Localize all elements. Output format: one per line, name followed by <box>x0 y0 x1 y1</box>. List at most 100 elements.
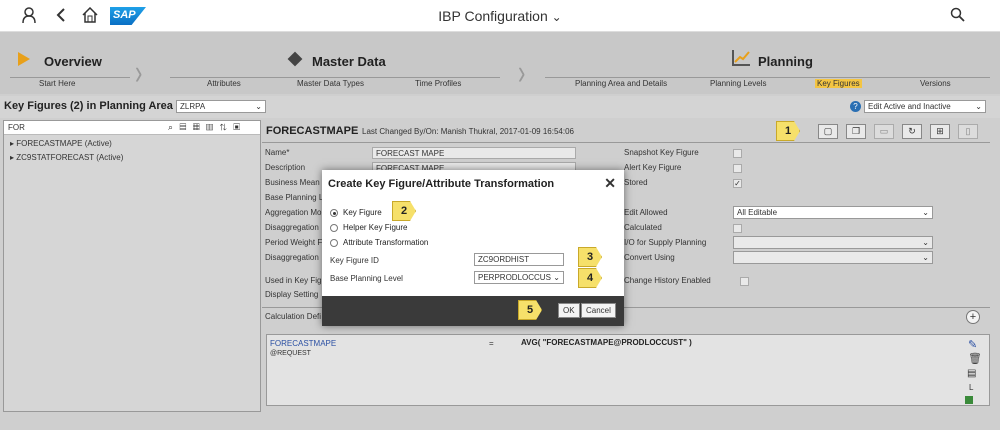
step-start-here[interactable]: Start Here <box>39 79 75 88</box>
dialog-title: Create Key Figure/Attribute Transformati… <box>328 178 555 190</box>
refresh-icon[interactable]: ↻ <box>902 124 922 139</box>
overview-icon <box>18 52 30 66</box>
delete-icon[interactable]: ▯ <box>958 124 978 139</box>
bpl-value: PERPRODLOCCUS <box>478 273 551 282</box>
planning-area-select[interactable]: ZLRPA ⌄ <box>176 100 266 113</box>
edit-filter-select[interactable]: Edit Active and Inactive ⌄ <box>864 100 986 113</box>
field-label: Alert Key Figure <box>624 163 682 172</box>
stored-checkbox[interactable]: ✓ <box>733 179 742 188</box>
step-versions[interactable]: Versions <box>920 79 951 88</box>
status-icon <box>965 396 973 404</box>
table-icon[interactable]: ▤ <box>967 368 976 379</box>
edit-icon[interactable]: ✎ <box>968 338 977 351</box>
step-planning[interactable]: Planning <box>758 54 813 69</box>
last-changed: Last Changed By/On: Manish Thukral, 2017… <box>362 127 574 136</box>
field-label: Edit Allowed <box>624 208 668 217</box>
chevron-down-icon: ⌄ <box>922 208 929 217</box>
planning-area-value: ZLRPA <box>180 102 206 111</box>
edit-filter-value: Edit Active and Inactive <box>868 102 951 111</box>
step-master-data-types[interactable]: Master Data Types <box>297 79 364 88</box>
search-value: FOR <box>8 123 25 132</box>
alert-checkbox[interactable] <box>733 164 742 173</box>
field-label: Change History Enabled <box>624 276 711 285</box>
io-supply-select[interactable]: ⌄ <box>733 236 933 249</box>
step-key-figures[interactable]: Key Figures <box>815 79 862 88</box>
field-label: Disaggregation <box>265 253 319 262</box>
chevron-right-icon: › <box>518 52 526 93</box>
field-label: I/O for Supply Planning <box>624 238 707 247</box>
chevron-down-icon: ⌄ <box>553 273 560 282</box>
edit-allowed-select[interactable]: All Editable ⌄ <box>733 206 933 219</box>
save-icon[interactable]: ▭ <box>874 124 894 139</box>
field-label: Base Planning L <box>265 193 324 202</box>
kf-id-label: Key Figure ID <box>330 256 379 265</box>
cancel-button[interactable]: Cancel <box>581 303 616 318</box>
field-label: Calculated <box>624 223 662 232</box>
snapshot-checkbox[interactable] <box>733 149 742 158</box>
name-field[interactable]: FORECAST MAPE <box>372 147 576 159</box>
add-icon[interactable]: + <box>966 310 980 324</box>
bpl-label: Base Planning Level <box>330 274 403 283</box>
compare-icon[interactable]: ⊞ <box>930 124 950 139</box>
planning-icon <box>732 50 750 66</box>
dialog-footer: OK Cancel <box>322 296 624 326</box>
radio-key-figure[interactable]: Key Figure <box>330 208 382 217</box>
chevron-down-icon: ⌄ <box>922 253 929 262</box>
list-item[interactable]: ▸ ZC9STATFORECAST (Active) <box>10 151 254 165</box>
radio-helper-key-figure[interactable]: Helper Key Figure <box>330 223 407 232</box>
calculated-checkbox[interactable] <box>733 224 742 233</box>
radio-label: Helper Key Figure <box>343 223 408 232</box>
search-icon[interactable] <box>950 7 966 27</box>
app-title-area[interactable]: IBP Configuration ⌄ <box>0 8 1000 24</box>
field-label: Convert Using <box>624 253 675 262</box>
field-label: Display Setting <box>265 290 319 299</box>
help-icon[interactable]: ? <box>850 101 861 112</box>
chevron-right-icon: › <box>135 52 143 93</box>
key-figure-id-input[interactable]: ZC9ORDHIST <box>474 253 564 266</box>
search-input[interactable]: FOR ⌕ ▤ ▦ ▥ ⇅ ▣ <box>4 121 260 135</box>
callout-1: 1 <box>776 121 800 141</box>
shell-bar: SAP IBP Configuration ⌄ <box>0 0 1000 32</box>
calculation-editor[interactable]: FORECASTMAPE @REQUEST = AVG( "FORECASTMA… <box>266 334 990 406</box>
calc-request: @REQUEST <box>270 350 311 357</box>
close-icon[interactable]: ✕ <box>604 175 616 192</box>
step-time-profiles[interactable]: Time Profiles <box>415 79 461 88</box>
list-item-label: FORECASTMAPE (Active) <box>16 139 112 148</box>
step-planning-levels[interactable]: Planning Levels <box>710 79 766 88</box>
change-history-checkbox[interactable] <box>740 277 749 286</box>
step-planning-area[interactable]: Planning Area and Details <box>575 79 667 88</box>
list-item[interactable]: ▸ FORECASTMAPE (Active) <box>10 137 254 151</box>
ok-button[interactable]: OK <box>558 303 580 318</box>
field-label: Aggregation Mo <box>265 208 322 217</box>
field-label: Description <box>265 163 306 172</box>
calc-equals: = <box>489 339 494 348</box>
chevron-down-icon: ⌄ <box>922 238 929 247</box>
kf-id-value: ZC9ORDHIST <box>478 255 530 264</box>
chevron-down-icon: ⌄ <box>975 102 982 111</box>
app-title: IBP Configuration <box>438 8 548 24</box>
list-toolbar-icons[interactable]: ⌕ ▤ ▦ ▥ ⇅ ▣ <box>168 122 242 133</box>
key-figures-header: Key Figures (2) in Planning Area ZLRPA ⌄… <box>0 96 1000 118</box>
process-steps: Overview Master Data Planning › › Start … <box>0 32 1000 94</box>
step-attributes[interactable]: Attributes <box>207 79 241 88</box>
chevron-down-icon: ⌄ <box>255 102 262 111</box>
list-item-label: ZC9STATFORECAST (Active) <box>16 153 124 162</box>
radio-label: Key Figure <box>343 208 382 217</box>
master-data-icon <box>287 51 303 67</box>
new-icon[interactable]: ▢ <box>818 124 838 139</box>
field-label: Name* <box>265 148 290 157</box>
field-label: Disaggregation <box>265 223 319 232</box>
calc-expression: AVG( "FORECASTMAPE@PRODLOCCUST" ) <box>521 338 692 347</box>
trash-icon[interactable]: 🗑 <box>968 352 982 365</box>
copy-icon[interactable]: ❐ <box>846 124 866 139</box>
edit-allowed-value: All Editable <box>737 208 778 217</box>
radio-attribute-transformation[interactable]: Attribute Transformation <box>330 238 428 247</box>
base-planning-level-select[interactable]: PERPRODLOCCUS ⌄ <box>474 271 564 284</box>
page-title: Key Figures (2) in Planning Area <box>4 100 173 112</box>
step-master-data[interactable]: Master Data <box>312 54 386 69</box>
chevron-down-icon: ⌄ <box>551 10 562 24</box>
step-overview[interactable]: Overview <box>44 54 102 69</box>
l-icon[interactable]: L <box>969 383 973 392</box>
convert-using-select[interactable]: ⌄ <box>733 251 933 264</box>
field-label: Stored <box>624 178 648 187</box>
